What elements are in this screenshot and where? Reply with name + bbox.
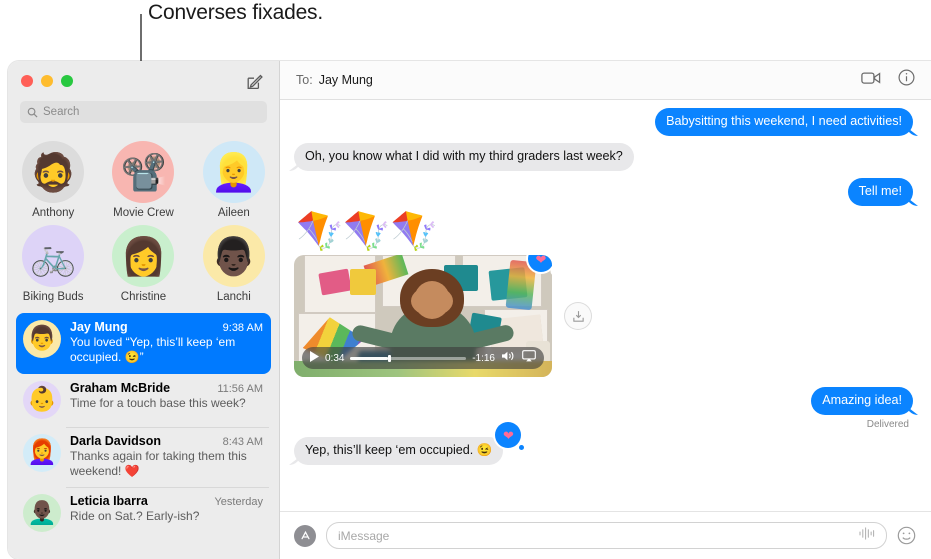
pinned-item-label: Christine: [120, 291, 167, 303]
recipient-name[interactable]: Jay Mung: [319, 73, 373, 87]
audio-waveform-icon[interactable]: [858, 526, 875, 545]
avatar: 👨🏿‍🦲: [23, 494, 61, 533]
conversation-time: 8:43 AM: [222, 435, 263, 448]
video-camera-icon[interactable]: [861, 71, 881, 90]
conversation-name: Darla Davidson: [70, 433, 162, 448]
avatar: 🧔: [22, 141, 85, 203]
video-attachment[interactable]: 0:34 -1:16 ❤: [294, 255, 552, 377]
conversation-name: Graham McBride: [70, 380, 171, 395]
pinned-item-christine[interactable]: 👩 Christine: [98, 221, 188, 303]
heart-icon: ❤: [535, 255, 547, 267]
minimize-button[interactable]: [41, 75, 53, 87]
conversation-time: 9:38 AM: [222, 322, 263, 334]
video-scrubber-handle[interactable]: [387, 354, 391, 362]
heart-reaction-badge[interactable]: ❤: [495, 422, 525, 450]
kite-emoji-message: 🪁🪁🪁: [296, 211, 438, 253]
download-icon[interactable]: [564, 302, 592, 330]
message-bubble-outgoing: Babysitting this weekend, I need activit…: [655, 108, 913, 136]
airplay-icon[interactable]: [522, 349, 536, 367]
message-bubble-outgoing: Tell me!: [847, 178, 913, 206]
appstore-icon[interactable]: [294, 524, 316, 547]
compose-icon[interactable]: [245, 72, 265, 92]
avatar: 🚲: [22, 225, 85, 287]
message-row: Amazing idea!: [294, 387, 913, 415]
pinned-item-label: Anthony: [32, 207, 75, 219]
video-controls[interactable]: 0:34 -1:16: [302, 347, 544, 369]
pinned-item-anthony[interactable]: 🧔 Anthony: [8, 137, 98, 219]
list-item[interactable]: 👩‍🦰 Darla Davidson 8:43 AM Thanks again …: [16, 426, 271, 488]
message-input[interactable]: iMessage: [326, 522, 887, 549]
message-bubble-incoming: Oh, you know what I did with my third gr…: [294, 143, 634, 171]
conversation-time: Yesterday: [214, 496, 263, 509]
conversation-time: 11:56 AM: [217, 382, 263, 395]
avatar: 👩‍🦰: [23, 433, 61, 472]
avatar: 👩: [112, 225, 175, 287]
message-input-placeholder: iMessage: [338, 528, 390, 543]
avatar: 👨: [23, 320, 61, 358]
avatar: 📽️: [112, 141, 175, 203]
list-item[interactable]: 👨 Jay Mung 9:38 AM You loved “Yep, this’…: [16, 313, 271, 374]
pinned-item-label: Aileen: [217, 207, 250, 219]
message-row: Babysitting this weekend, I need activit…: [294, 108, 913, 136]
conversation-snippet: Time for a touch base this week?: [70, 395, 246, 410]
conversation-list: 👨 Jay Mung 9:38 AM You loved “Yep, this’…: [8, 307, 279, 559]
delivery-status: Delivered: [866, 419, 909, 430]
conversation-name: Leticia Ibarra: [70, 494, 148, 509]
conversation-snippet: Ride on Sat.? Early-ish?: [70, 509, 200, 524]
pinned-item-label: Biking Buds: [22, 291, 84, 303]
list-item[interactable]: 👶 Graham McBride 11:56 AM Time for a tou…: [16, 374, 271, 427]
volume-icon[interactable]: [501, 349, 516, 367]
message-bubble-incoming: Yep, this’ll keep ‘em occupied. 😉: [294, 437, 504, 465]
search-placeholder: Search: [43, 106, 80, 118]
play-icon[interactable]: [310, 349, 319, 367]
avatar: 👱‍♀️: [202, 141, 265, 203]
emoji-smiley-icon[interactable]: [897, 526, 917, 546]
message-row: Yep, this’ll keep ‘em occupied. 😉 ❤: [294, 422, 913, 465]
pinned-item-label: Movie Crew: [113, 207, 174, 219]
conversation-pane: To: Jay Mung Babysitting this weekend, I…: [280, 61, 931, 559]
conversation-snippet: Thanks again for taking them this weeken…: [70, 448, 247, 479]
annotation-label: Converses fixades.: [148, 1, 323, 24]
sidebar: Search 🧔 Anthony 📽️ Movie Crew 👱‍♀️ Aile…: [8, 61, 280, 559]
video-remaining-time: -1:16: [472, 352, 495, 364]
screenshot-root: Converses fixades. Search 🧔 Anthony 📽️ M…: [0, 0, 931, 559]
close-button[interactable]: [21, 75, 33, 87]
message-row: Oh, you know what I did with my third gr…: [294, 143, 913, 171]
pinned-item-lanchi[interactable]: 👨🏿 Lanchi: [189, 221, 279, 303]
search-icon: [27, 107, 38, 118]
video-message-row: 0:34 -1:16 ❤: [294, 255, 913, 377]
heart-icon: ❤: [502, 427, 514, 443]
pinned-item-movie-crew[interactable]: 📽️ Movie Crew: [98, 137, 188, 219]
conversation-header: To: Jay Mung: [280, 61, 931, 100]
pinned-item-biking-buds[interactable]: 🚲 Biking Buds: [8, 221, 98, 303]
zoom-button[interactable]: [61, 75, 73, 87]
pinned-conversations: 🧔 Anthony 📽️ Movie Crew 👱‍♀️ Aileen 🚲 Bi…: [8, 131, 279, 307]
video-progress-fill: [350, 356, 388, 360]
window-controls: [21, 75, 73, 87]
message-bubble-outgoing: Amazing idea!: [811, 387, 913, 415]
to-label: To:: [296, 73, 313, 87]
search-container: Search: [8, 101, 279, 131]
avatar: 👨🏿: [202, 225, 265, 287]
avatar: 👶: [23, 380, 61, 419]
message-row: Tell me!: [294, 178, 913, 206]
search-input[interactable]: Search: [20, 101, 267, 123]
header-actions: [861, 69, 915, 91]
message-input-bar: iMessage: [280, 511, 931, 559]
messages-window: Search 🧔 Anthony 📽️ Movie Crew 👱‍♀️ Aile…: [8, 61, 931, 559]
conversation-name: Jay Mung: [70, 320, 128, 334]
video-elapsed-time: 0:34: [325, 352, 345, 364]
conversation-snippet: You loved “Yep, this’ll keep ‘em occupie…: [70, 335, 236, 365]
pinned-item-aileen[interactable]: 👱‍♀️ Aileen: [189, 137, 279, 219]
pinned-item-label: Lanchi: [216, 291, 251, 303]
message-thread: Babysitting this weekend, I need activit…: [280, 100, 931, 511]
info-circle-icon[interactable]: [898, 69, 915, 91]
list-item[interactable]: 👨🏿‍🦲 Leticia Ibarra Yesterday Ride on Sa…: [16, 487, 271, 540]
sidebar-titlebar: [8, 61, 279, 101]
video-scrubber[interactable]: [350, 354, 467, 362]
